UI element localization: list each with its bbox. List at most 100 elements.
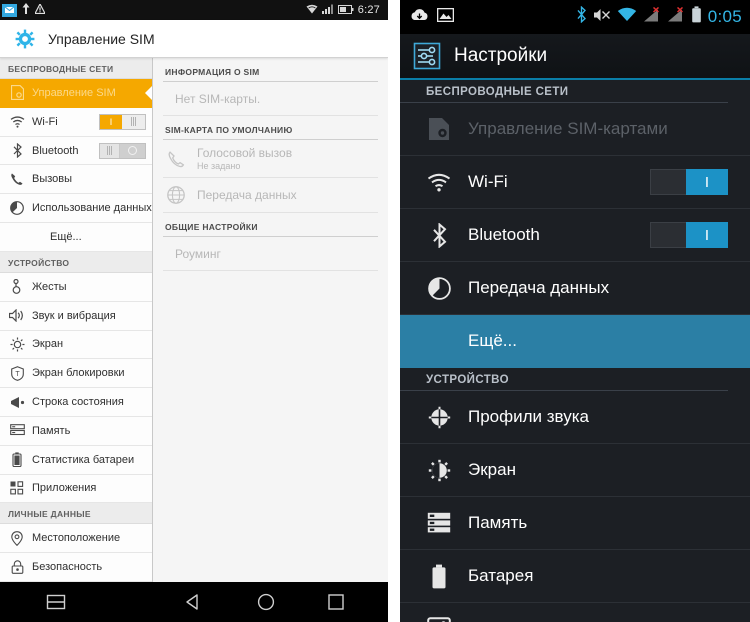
list-item-label: Память [468, 513, 528, 532]
no-icon-placeholder [8, 228, 26, 246]
sidebar-item-lockscreen[interactable]: T Экран блокировки [0, 359, 152, 389]
sidebar-item-wifi[interactable]: Wi-Fi I [0, 107, 152, 137]
sidebar-item-applications[interactable]: Приложения [0, 474, 152, 504]
list-item-label: Ещё... [468, 331, 517, 350]
switch-off-indicator [120, 143, 145, 158]
right-status-bar-clock: 0:05 [707, 7, 742, 26]
sidebar-item-more[interactable]: Ещё... [0, 223, 152, 252]
left-content-area: БЕСПРОВОДНЫЕ СЕТИ Управление SIM Wi-Fi I [0, 58, 388, 582]
left-settings-sidebar[interactable]: БЕСПРОВОДНЫЕ СЕТИ Управление SIM Wi-Fi I [0, 58, 153, 582]
switch-knob [100, 143, 120, 158]
cellular-signal-icon [321, 1, 334, 19]
switch-knob [122, 114, 145, 129]
back-icon[interactable] [182, 591, 204, 613]
gesture-icon [8, 278, 26, 296]
detail-row-roaming[interactable]: Роуминг [163, 237, 378, 271]
detail-section-header-default-sim: SIM-КАРТА ПО УМОЛЧАНИЮ [163, 116, 378, 140]
split-screen-icon[interactable] [45, 591, 67, 613]
cloud-download-icon [410, 8, 429, 27]
detail-row-no-sim: Нет SIM-карты. [163, 82, 378, 116]
statusbar-icon [8, 393, 26, 411]
sidebar-item-security[interactable]: Безопасность [0, 553, 152, 582]
sidebar-item-sound-vibration[interactable]: Звук и вибрация [0, 301, 152, 331]
list-item-data-usage[interactable]: Передача данных [400, 262, 750, 315]
right-settings-list[interactable]: БЕСПРОВОДНЫЕ СЕТИ Управление SIM-картами… [400, 80, 750, 622]
list-item-applications[interactable]: Приложения [400, 603, 750, 622]
left-navigation-bar [0, 582, 388, 622]
sidebar-item-label: Звук и вибрация [32, 309, 116, 322]
sidebar-item-label: Вызовы [32, 173, 73, 186]
sidebar-item-calls[interactable]: Вызовы [0, 165, 152, 195]
svg-text:T: T [15, 371, 20, 378]
left-status-bar-system-icons: 6:27 [306, 1, 384, 19]
wifi-toggle-switch[interactable]: I [650, 169, 728, 195]
wifi-icon [8, 113, 26, 131]
detail-row-title: Голосовой вызов [197, 146, 293, 160]
sidebar-item-gestures[interactable]: Жесты [0, 272, 152, 302]
apps-grid-icon [8, 479, 26, 497]
sidebar-item-label: Приложения [32, 482, 97, 495]
list-item-bluetooth[interactable]: Bluetooth I [400, 209, 750, 262]
left-status-bar-clock: 6:27 [357, 4, 380, 16]
wifi-toggle-switch[interactable]: I [99, 113, 146, 130]
list-item-label: Управление SIM-картами [468, 119, 668, 138]
detail-row-data-transfer[interactable]: Передача данных [163, 178, 378, 213]
sim-card-icon [426, 117, 452, 141]
sidebar-item-label: Экран [32, 338, 64, 351]
switch-on-indicator: I [100, 114, 122, 129]
sidebar-item-storage[interactable]: Память [0, 416, 152, 446]
switch-on-knob: I [686, 169, 728, 195]
sidebar-item-location[interactable]: Местоположение [0, 524, 152, 554]
settings-sliders-icon [412, 41, 442, 71]
bluetooth-toggle-switch[interactable]: I [650, 222, 728, 248]
detail-row-voice-call[interactable]: Голосовой вызов Не задано [163, 140, 378, 178]
sim1-no-signal-icon [643, 6, 661, 28]
list-item-wifi[interactable]: Wi-Fi I [400, 156, 750, 209]
bluetooth-icon [8, 142, 26, 160]
screenshot-separator [388, 0, 400, 622]
sidebar-item-display[interactable]: Экран [0, 330, 152, 360]
sim2-no-signal-icon [667, 6, 685, 28]
switch-off-track [650, 222, 686, 248]
left-status-bar: 6:27 [0, 0, 388, 20]
lock-icon [8, 558, 26, 576]
list-group-header-wireless: БЕСПРОВОДНЫЕ СЕТИ [400, 80, 728, 103]
detail-row-text: Передача данных [197, 188, 297, 202]
right-action-bar: Настройки [400, 34, 750, 80]
sidebar-item-label: Жесты [32, 280, 67, 293]
bluetooth-toggle-switch[interactable] [99, 142, 146, 159]
list-item-storage[interactable]: Память [400, 497, 750, 550]
list-item-battery[interactable]: Батарея [400, 550, 750, 603]
sidebar-item-label: Управление SIM [32, 86, 116, 99]
sidebar-item-data-usage[interactable]: Использование данных [0, 194, 152, 224]
battery-icon [691, 6, 702, 28]
detail-row-title: Передача данных [197, 188, 297, 202]
left-detail-pane: ИНФОРМАЦИЯ О SIM Нет SIM-карты. SIM-КАРТ… [153, 58, 388, 582]
screenshot-image-icon [436, 7, 455, 27]
sidebar-item-battery-stats[interactable]: Статистика батареи [0, 445, 152, 475]
switch-on-knob: I [686, 222, 728, 248]
list-item-label: Wi-Fi [468, 172, 508, 191]
warning-icon [34, 1, 46, 19]
data-usage-icon [426, 276, 452, 300]
list-item-sound-profiles[interactable]: Профили звука [400, 391, 750, 444]
sidebar-group-header-device: УСТРОЙСТВО [0, 251, 152, 273]
sidebar-item-statusbar[interactable]: Строка состояния [0, 388, 152, 417]
wifi-icon [426, 173, 452, 192]
sidebar-group-header-personal: ЛИЧНЫЕ ДАННЫЕ [0, 503, 152, 525]
brightness-icon [426, 459, 452, 482]
mute-icon [593, 7, 611, 28]
sidebar-item-sim-management[interactable]: Управление SIM [0, 79, 152, 108]
upload-arrow-icon [22, 1, 30, 19]
recents-icon[interactable] [325, 591, 347, 613]
right-screenshot-phone-settings: 0:05 Настройки БЕСПРОВОДНЫЕ СЕТИ Управле… [400, 0, 750, 622]
sidebar-item-bluetooth[interactable]: Bluetooth [0, 136, 152, 166]
list-item-display[interactable]: Экран [400, 444, 750, 497]
detail-row-text: Голосовой вызов Не задано [197, 146, 292, 171]
wifi-icon [617, 7, 637, 27]
globe-icon [165, 184, 187, 206]
list-item-more[interactable]: Ещё... [400, 315, 750, 368]
left-action-bar: Управление SIM [0, 20, 388, 58]
list-item-sim-management[interactable]: Управление SIM-картами [400, 103, 750, 156]
home-icon[interactable] [255, 591, 277, 613]
